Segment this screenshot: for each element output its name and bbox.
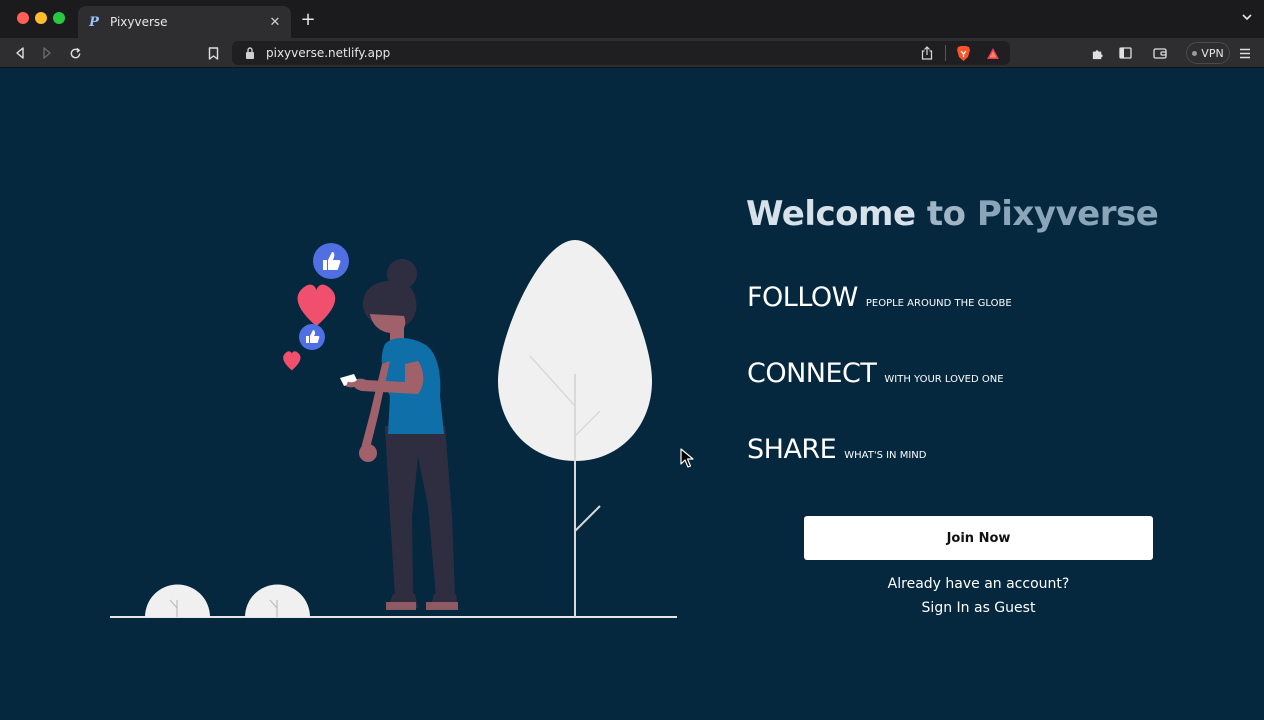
close-window-button[interactable] [17, 12, 29, 24]
social-media-illustration [110, 240, 677, 618]
heart-icon-medium [297, 284, 336, 327]
feature-connect: CONNECT WITH YOUR LOVED ONE [747, 358, 1004, 389]
like-icon-large [313, 243, 349, 279]
welcome-heading: Welcome to Pixyverse [746, 194, 1159, 234]
maximize-window-button[interactable] [53, 12, 65, 24]
pixyverse-favicon-icon: P [89, 14, 99, 30]
brand-name: Pixyverse [976, 194, 1159, 234]
lock-icon [246, 47, 254, 59]
feature-share: SHARE WHAT'S IN MIND [747, 434, 926, 465]
feature-title: SHARE [747, 434, 837, 465]
tab-title: Pixyverse [110, 15, 168, 29]
join-now-button[interactable]: Join Now [804, 516, 1153, 560]
brave-shields-icon[interactable] [954, 45, 972, 62]
bush-left [145, 584, 210, 617]
feature-title: CONNECT [747, 358, 877, 389]
sign-in-as-guest-link[interactable]: Sign In as Guest [804, 600, 1153, 616]
vpn-button[interactable]: VPN [1186, 42, 1230, 64]
browser-toolbar: pixyverse.netlify.app VPN [0, 38, 1264, 68]
share-icon[interactable] [917, 46, 937, 60]
menu-icon[interactable] [1235, 43, 1255, 63]
feature-follow: FOLLOW PEOPLE AROUND THE GLOBE [747, 282, 1012, 313]
new-tab-button[interactable]: + [298, 9, 318, 30]
wallet-icon[interactable] [1150, 43, 1170, 63]
extensions-icon[interactable] [1087, 43, 1107, 63]
to-word: to [926, 194, 966, 234]
brave-rewards-icon[interactable] [984, 47, 1002, 60]
feature-subtitle: WHAT'S IN MIND [844, 450, 927, 461]
feature-subtitle: WITH YOUR LOVED ONE [884, 374, 1004, 385]
vpn-label: VPN [1201, 46, 1224, 60]
account-prompt: Already have an account? [887, 576, 1070, 592]
heart-icon-small [283, 351, 301, 371]
url-text[interactable]: pixyverse.netlify.app [266, 46, 917, 60]
minimize-window-button[interactable] [35, 12, 47, 24]
tab-pixyverse[interactable]: P Pixyverse ✕ [78, 6, 291, 38]
tab-list-chevron-icon[interactable] [1242, 11, 1252, 24]
mouse-cursor-icon [680, 448, 694, 468]
vpn-status-dot [1192, 50, 1198, 56]
landing-page: Welcome to Pixyverse FOLLOW PEOPLE AROUN… [0, 68, 1264, 720]
forward-icon[interactable] [37, 43, 57, 63]
back-icon[interactable] [10, 43, 30, 63]
tab-close-icon[interactable]: ✕ [267, 15, 283, 30]
welcome-word: Welcome [746, 194, 916, 234]
tree [498, 240, 652, 617]
feature-title: FOLLOW [747, 282, 858, 313]
reload-icon[interactable] [65, 43, 85, 63]
address-bar-divider [945, 45, 946, 61]
like-icon-small [299, 324, 325, 350]
feature-subtitle: PEOPLE AROUND THE GLOBE [865, 298, 1012, 309]
tab-bar: P Pixyverse ✕ + [0, 0, 1264, 38]
bush-right [245, 584, 310, 617]
address-bar[interactable]: pixyverse.netlify.app [232, 41, 1010, 65]
woman-with-phone [340, 259, 458, 610]
bookmark-icon[interactable] [203, 43, 223, 63]
sidebar-icon[interactable] [1115, 43, 1135, 63]
